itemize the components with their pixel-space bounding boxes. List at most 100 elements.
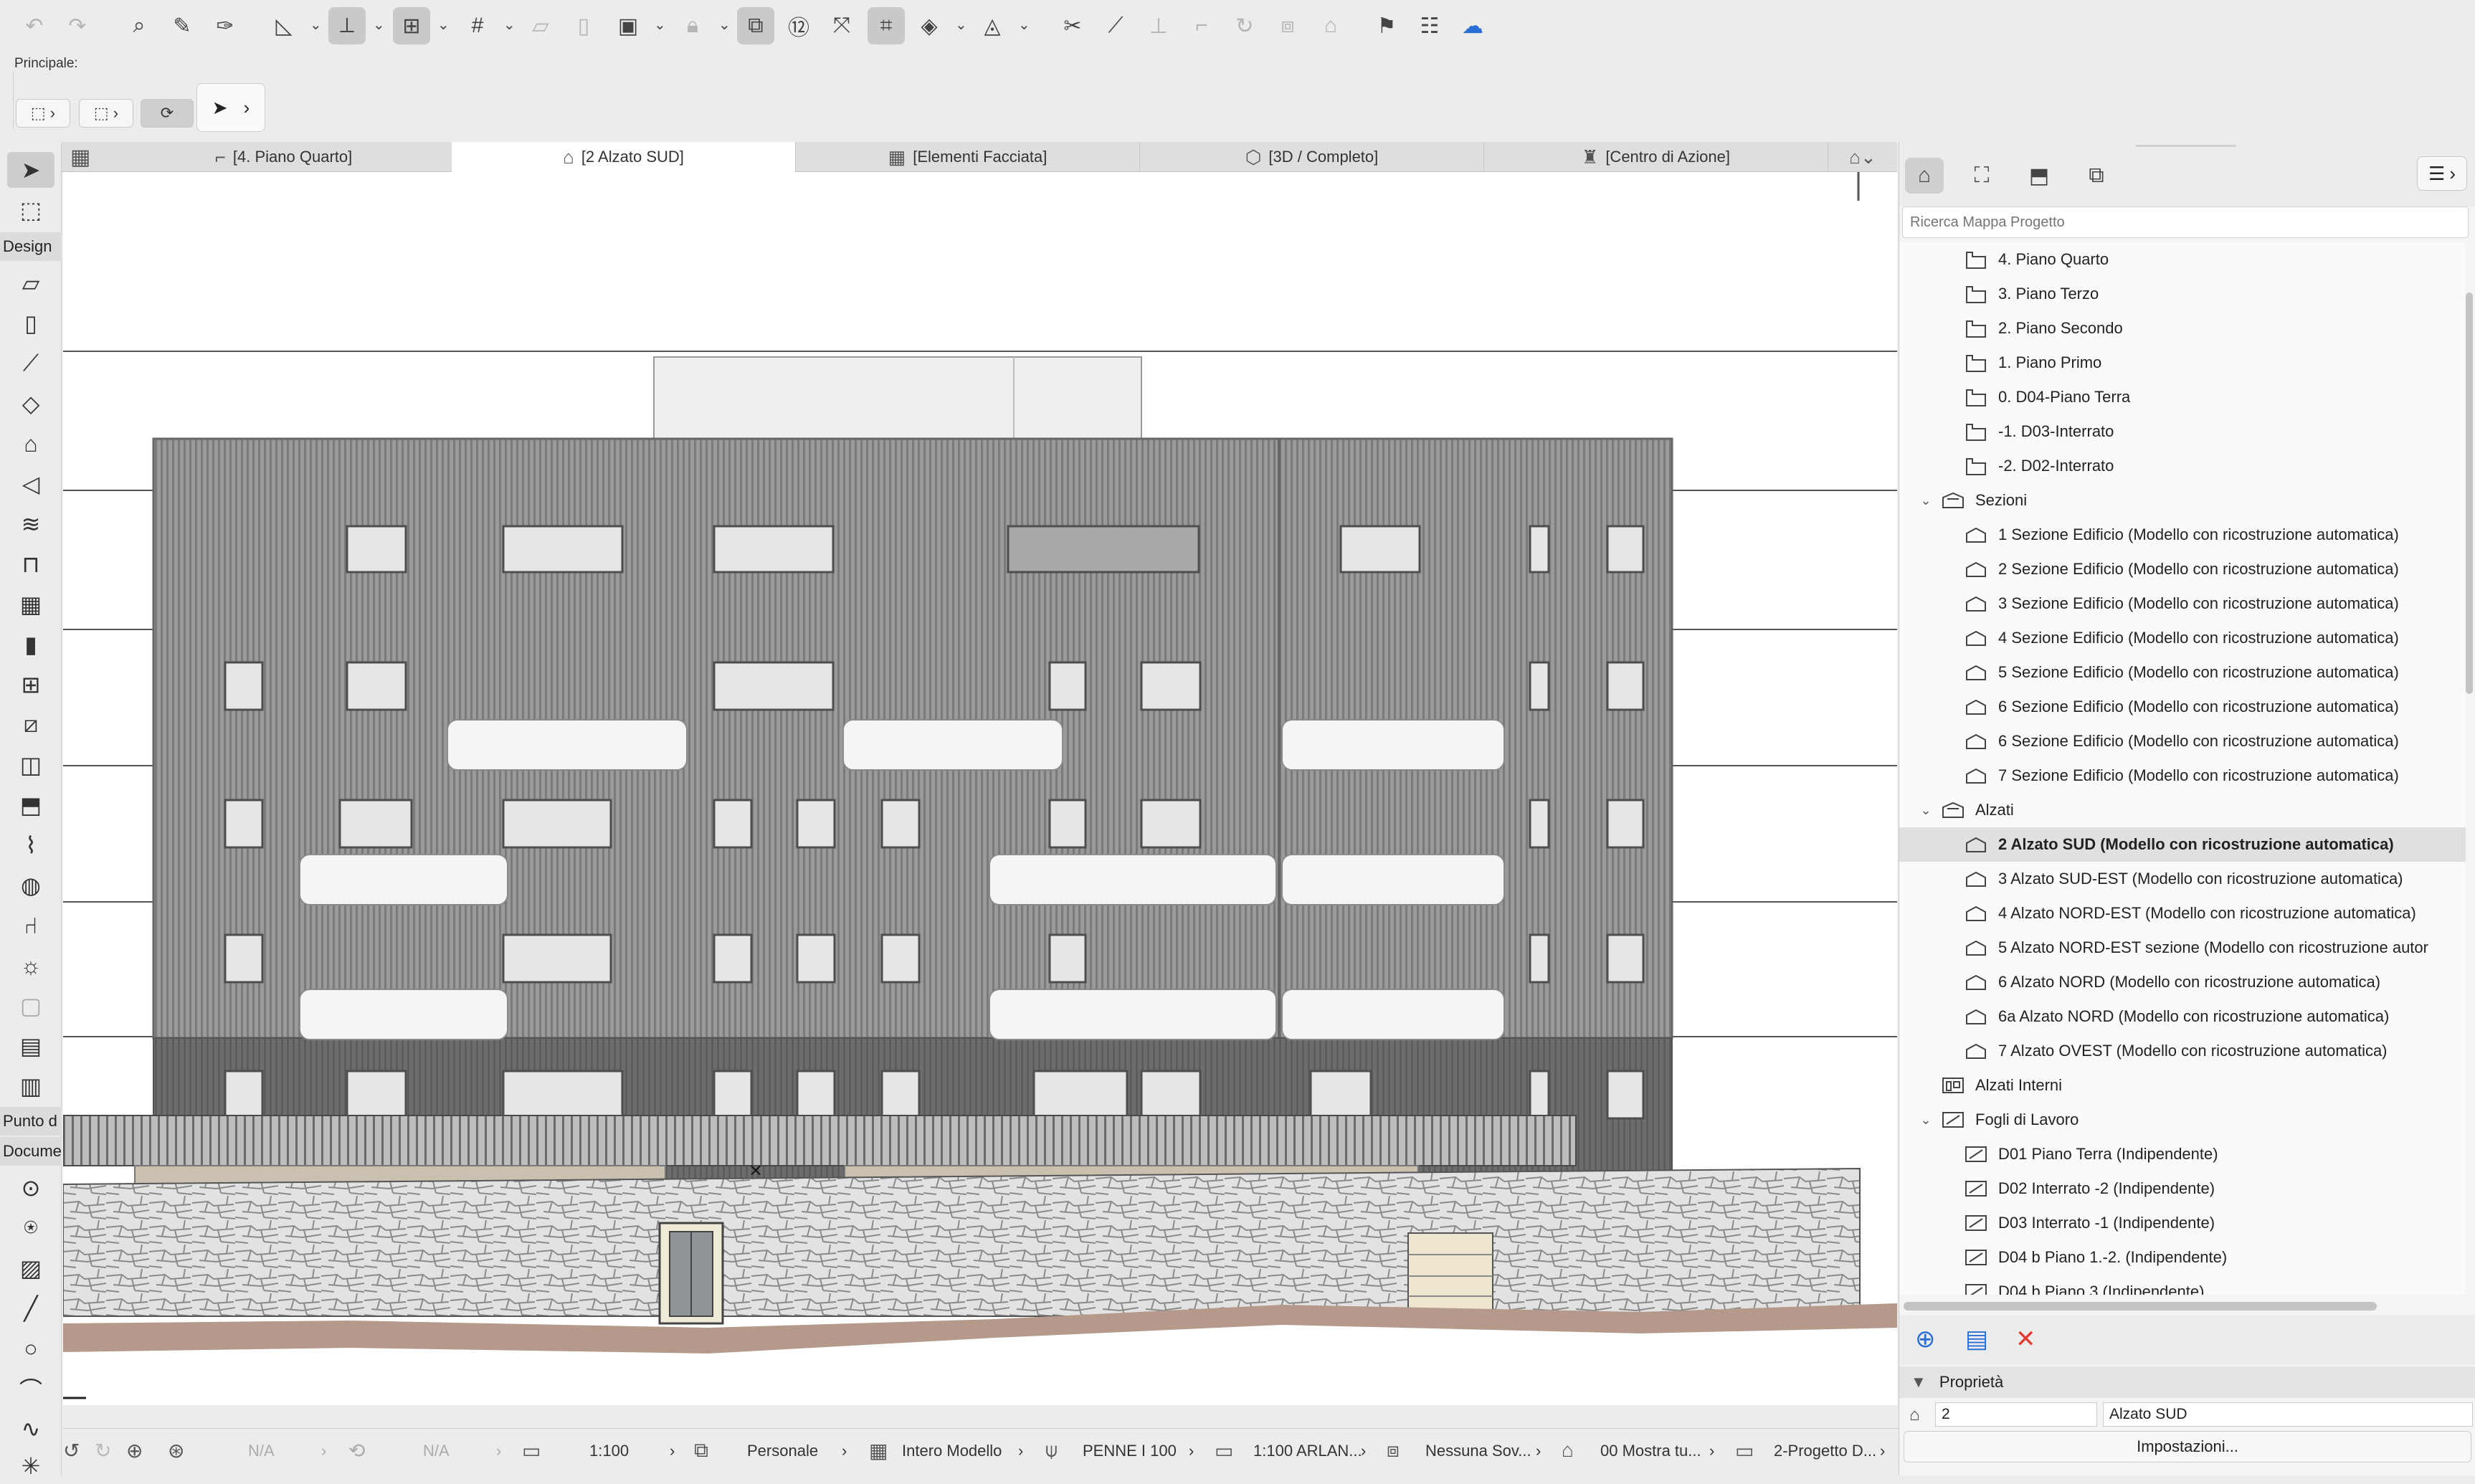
tree-item[interactable]: 4. Piano Quarto: [1899, 242, 2466, 277]
chevron-down-icon[interactable]: ⌄: [955, 16, 967, 34]
slab-tool-icon[interactable]: ◇: [7, 386, 54, 422]
grid-snap-icon[interactable]: #: [459, 7, 496, 44]
chevron-right-icon[interactable]: ›: [1189, 1442, 1194, 1460]
project-map-search-input[interactable]: [1902, 206, 2469, 238]
tree-item[interactable]: D01 Piano Terra (Indipendente): [1899, 1137, 2466, 1171]
arrow-tool-icon[interactable]: ➤: [7, 152, 54, 188]
drag-handle[interactable]: [2136, 145, 2236, 147]
find-select-icon[interactable]: ⌕: [120, 7, 158, 44]
chevron-right-icon[interactable]: ›: [496, 1442, 501, 1460]
properties-header[interactable]: ▼ Proprietà: [1899, 1366, 2475, 1398]
chevron-right-icon[interactable]: ›: [1536, 1442, 1541, 1460]
renovation-icon[interactable]: ⑫: [780, 7, 817, 44]
tree-item[interactable]: ⌄ Alzati: [1899, 793, 2466, 827]
spline-tool-icon[interactable]: ∿: [7, 1411, 54, 1447]
beam-tool-icon[interactable]: ⟋: [7, 346, 54, 381]
tree-item[interactable]: D03 Interrato -1 (Indipendente): [1899, 1206, 2466, 1240]
chair-tool-icon[interactable]: ⑁: [7, 908, 54, 943]
tree-item[interactable]: D04 b Piano 3 (Indipendente): [1899, 1275, 2466, 1295]
disclosure-chevron-icon[interactable]: ⌄: [1918, 1113, 1934, 1128]
arrow-icon[interactable]: ➤: [212, 97, 228, 119]
chevron-down-icon[interactable]: ⌄: [1018, 16, 1030, 34]
rotate-view-icon[interactable]: ⟲: [348, 1439, 365, 1462]
add-view-icon[interactable]: ⊕: [1915, 1325, 1936, 1354]
delete-icon[interactable]: ✕: [2015, 1325, 2036, 1354]
mesh-tool-icon[interactable]: ⌇: [7, 827, 54, 863]
chevron-right-icon[interactable]: ›: [670, 1442, 675, 1460]
split-icon[interactable]: ⟋: [1097, 7, 1134, 44]
fit-in-window-icon[interactable]: ⊛: [168, 1439, 184, 1462]
tree-item[interactable]: 5 Sezione Edificio (Modello con ricostru…: [1899, 655, 2466, 690]
snap-guides-icon[interactable]: ⟂: [328, 7, 366, 44]
chevron-down-icon[interactable]: ⌄: [654, 16, 666, 34]
disclosure-chevron-icon[interactable]: ⌄: [1918, 803, 1934, 818]
cloud-icon[interactable]: ☁: [1454, 7, 1491, 44]
zoom-in-icon[interactable]: ⊕: [126, 1439, 143, 1462]
model-view-options[interactable]: 1:100 ARLAN...: [1253, 1442, 1362, 1460]
stair-tool-icon[interactable]: ≋: [7, 506, 54, 542]
adjust-icon[interactable]: ⊥: [1140, 7, 1177, 44]
renovation-filter-value[interactable]: 00 Mostra tu...: [1600, 1442, 1701, 1460]
undo-zoom-icon[interactable]: ↺: [63, 1439, 80, 1462]
tab-list-button[interactable]: ⌂⌄: [1828, 142, 1897, 172]
intersect-icon[interactable]: ⌐: [1183, 7, 1220, 44]
trim-icon[interactable]: ✂: [1054, 7, 1091, 44]
tree-item[interactable]: 5 Alzato NORD-EST sezione (Modello con r…: [1899, 931, 2466, 965]
redo-icon[interactable]: ↷: [59, 7, 96, 44]
chevron-right-icon[interactable]: ›: [842, 1442, 847, 1460]
object-tool-icon[interactable]: ◫: [7, 747, 54, 783]
elevation-canvas[interactable]: ×: [63, 172, 1897, 1405]
tab-centro-di-azione[interactable]: ♜ [Centro di Azione]: [1484, 142, 1828, 172]
tree-item[interactable]: -1. D03-Interrato: [1899, 414, 2466, 449]
chevron-right-icon[interactable]: ›: [244, 97, 250, 119]
tree-item[interactable]: 6a Alzato NORD (Modello con ricostruzion…: [1899, 999, 2466, 1034]
chevron-right-icon[interactable]: ›: [1880, 1442, 1885, 1460]
dimension-tool-icon[interactable]: ⊙: [7, 1170, 54, 1206]
view-map-icon[interactable]: ⛶: [1962, 158, 2001, 194]
settings-button[interactable]: Impostazioni...: [1904, 1431, 2471, 1462]
model-view-value[interactable]: Intero Modello: [902, 1442, 1002, 1460]
chevron-down-icon[interactable]: ⌄: [373, 16, 385, 34]
graphic-override-value[interactable]: Nessuna Sov...: [1425, 1442, 1531, 1460]
snap-points-icon[interactable]: ⊞: [393, 7, 430, 44]
chevron-right-icon[interactable]: ›: [1361, 1442, 1366, 1460]
shell-tool-icon[interactable]: ◁: [7, 466, 54, 502]
viewpoint-group-label[interactable]: Punto d: [0, 1107, 62, 1136]
section-view-icon[interactable]: ▣: [609, 7, 647, 44]
fill-tool-icon[interactable]: ▨: [7, 1250, 54, 1286]
marquee-method-button[interactable]: ⬚ ›: [79, 99, 133, 128]
tree-item[interactable]: 6 Sezione Edificio (Modello con ricostru…: [1899, 724, 2466, 758]
tree-item[interactable]: ⌄ Sezioni: [1899, 483, 2466, 518]
dimension-style-value[interactable]: 2-Progetto D...: [1774, 1442, 1876, 1460]
column-tool-icon[interactable]: ▯: [7, 305, 54, 341]
roof-icon[interactable]: ⌂: [1312, 7, 1349, 44]
chevron-down-icon[interactable]: ⌄: [503, 16, 516, 34]
navigator-menu-button[interactable]: ☰ ›: [2417, 156, 2467, 191]
tree-item[interactable]: 2 Alzato SUD (Modello con ricostruzione …: [1899, 827, 2466, 862]
marquee-tool-icon[interactable]: ⬚: [7, 192, 54, 228]
pen-set-value[interactable]: PENNE I 100: [1083, 1442, 1177, 1460]
layer-combination[interactable]: Personale: [747, 1442, 818, 1460]
document-group-label[interactable]: Docume: [0, 1137, 62, 1166]
disclosure-chevron-icon[interactable]: ⌄: [1918, 493, 1934, 508]
layout-book-icon[interactable]: ⬒: [2020, 158, 2058, 194]
railing-tool-icon[interactable]: ⊓: [7, 546, 54, 582]
wall-tool-icon[interactable]: ▱: [7, 265, 54, 301]
tree-vertical-scrollbar[interactable]: [2466, 292, 2473, 694]
tree-item[interactable]: 7 Sezione Edificio (Modello con ricostru…: [1899, 758, 2466, 793]
tree-item[interactable]: 6 Sezione Edificio (Modello con ricostru…: [1899, 690, 2466, 724]
trace-icon[interactable]: ⧉: [737, 7, 774, 44]
tree-item[interactable]: Alzati Interni: [1899, 1068, 2466, 1103]
tree-item[interactable]: 1. Piano Primo: [1899, 346, 2466, 380]
suspend-groups-icon[interactable]: ▱: [522, 7, 559, 44]
layer-icon[interactable]: ▯: [565, 7, 602, 44]
tree-item[interactable]: ⌄ Fogli di Lavoro: [1899, 1103, 2466, 1137]
chevron-right-icon[interactable]: ›: [1709, 1442, 1714, 1460]
arrow-tool-popup[interactable]: ➤ ›: [196, 83, 265, 132]
door-tool-icon[interactable]: ▮: [7, 627, 54, 662]
shape-tools-icon[interactable]: ◬: [974, 7, 1011, 44]
eyedropper-icon[interactable]: ✎: [163, 7, 201, 44]
arc-tool-icon[interactable]: ⌒: [7, 1371, 54, 1407]
tree-item[interactable]: -2. D02-Interrato: [1899, 449, 2466, 483]
magic-wand-icon[interactable]: ⌗: [868, 7, 905, 44]
